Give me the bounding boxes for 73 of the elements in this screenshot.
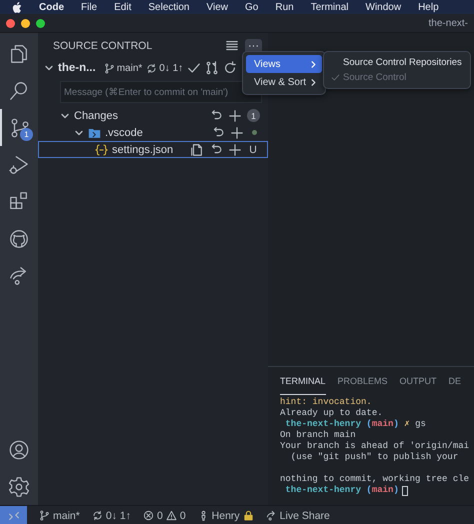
count-badge: 1 (247, 109, 260, 122)
run-debug-icon[interactable] (8, 154, 30, 176)
menu-bar-item[interactable]: File (81, 2, 98, 12)
selected-row[interactable]: settings.json U (38, 141, 268, 158)
menu-bar-item[interactable]: Go (245, 2, 258, 12)
cat-logo-icon[interactable] (8, 228, 30, 250)
terminal-line: Already up to date. (280, 408, 384, 419)
menu-bar-item[interactable]: Selection (148, 2, 190, 12)
commit-check-icon[interactable] (187, 61, 202, 75)
open-file-icon[interactable] (190, 142, 204, 156)
stage-icon[interactable] (230, 126, 244, 140)
menu-bar-item[interactable]: Help (418, 2, 439, 12)
chevron-icon[interactable] (44, 63, 54, 73)
close-window-button[interactable] (6, 18, 15, 28)
minimize-window-button[interactable] (21, 18, 30, 28)
files-icon[interactable] (8, 42, 30, 64)
menu-bar-item[interactable]: Terminal (310, 2, 348, 12)
panel-tab[interactable]: DE (448, 373, 462, 395)
repository-name: the-n... (58, 62, 96, 74)
menu-bar-item[interactable]: View (206, 2, 228, 12)
terminal-line: (use "git push" to publish your (290, 452, 460, 463)
terminal-line: nothing to commit, working tree cle (280, 474, 470, 485)
status-dot (252, 130, 257, 135)
maximize-window-button[interactable] (36, 18, 45, 28)
branch-status[interactable]: main* (39, 510, 80, 522)
folder-name[interactable]: .vscode (105, 126, 143, 138)
sync-icon (146, 62, 158, 74)
changes-group-label[interactable]: Changes (74, 110, 118, 122)
sync-button[interactable]: 0↓ 1↑ (146, 62, 184, 74)
file-name[interactable]: settings.json (112, 144, 174, 156)
file-status: U (248, 144, 258, 156)
pull-request-icon[interactable] (205, 61, 220, 75)
lock-icon (242, 510, 254, 521)
check-icon (331, 73, 340, 82)
terminal-line: On branch main (280, 430, 357, 441)
braces-icon (95, 144, 108, 156)
terminal-line: hint: invocation. (280, 397, 373, 408)
menu-item[interactable]: Source Control Repositories (327, 55, 467, 70)
branch-icon (39, 510, 50, 521)
menu-bar-item[interactable]: Edit (114, 2, 132, 12)
warning-icon (166, 510, 177, 521)
panel-tab[interactable]: PROBLEMS (338, 373, 388, 395)
apple-logo-icon[interactable] (12, 2, 22, 12)
menu-item[interactable]: Views (246, 55, 322, 73)
menu-bar-item[interactable]: Code (39, 2, 64, 12)
branch-button[interactable]: main* (104, 62, 142, 74)
account-status[interactable]: Henry (198, 510, 254, 522)
list-view-icon[interactable] (225, 39, 239, 53)
panel-tab[interactable]: OUTPUT (400, 373, 437, 395)
problems-status[interactable]: 0 0 (142, 510, 186, 522)
source-control-icon[interactable] (9, 116, 31, 138)
terminal-line: the-next-henry (main) ✗ gs (284, 419, 427, 430)
panel-tab[interactable]: TERMINAL (280, 373, 326, 395)
menu-bar-item[interactable]: Run (275, 2, 294, 12)
menu-bar-item[interactable]: Window (366, 2, 402, 12)
window-title: the-next- (428, 18, 468, 28)
refresh-icon[interactable] (223, 61, 238, 75)
count-badge: 1 (20, 128, 33, 141)
sync-status[interactable]: 0↓ 1↑ (92, 510, 131, 522)
terminal-line: Your branch is ahead of 'origin/mai (280, 441, 470, 452)
stage-icon[interactable] (228, 142, 242, 156)
sync-icon (92, 510, 103, 521)
stage-icon[interactable] (228, 108, 242, 122)
branch-icon (104, 62, 115, 74)
folder-icon (88, 126, 101, 138)
panel-title: SOURCE CONTROL (53, 40, 152, 52)
search-icon[interactable] (8, 80, 30, 102)
settings-icon[interactable] (8, 476, 30, 498)
share-arrow-icon (266, 510, 277, 521)
live-share-status[interactable]: Live Share (266, 510, 330, 522)
error-icon (142, 510, 154, 521)
terminal-line: the-next-henry (main) (284, 485, 399, 496)
account-icon[interactable] (8, 438, 30, 460)
